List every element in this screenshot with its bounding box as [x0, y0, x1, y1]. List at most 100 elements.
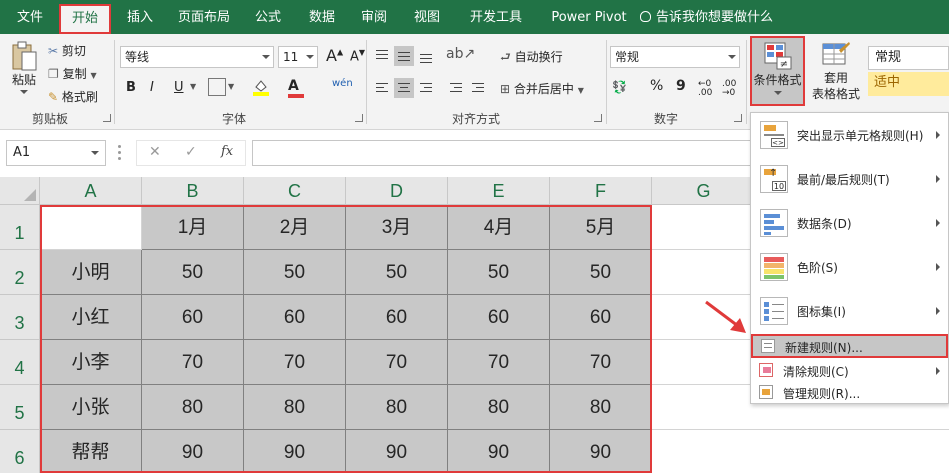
- accounting-format-icon[interactable]: 💱: [612, 80, 627, 94]
- cell-style-neutral[interactable]: 适中: [868, 72, 949, 96]
- cell-f5[interactable]: 80: [550, 385, 652, 430]
- cell-c3[interactable]: 60: [244, 295, 346, 340]
- clipboard-launcher-icon[interactable]: [103, 114, 111, 122]
- menu-icon-sets[interactable]: 图标集(I): [751, 289, 948, 333]
- cell-c6[interactable]: 90: [244, 430, 346, 473]
- menu-top-bottom-rules[interactable]: ↑ 10 最前/最后规则(T): [751, 157, 948, 201]
- cell-b2[interactable]: 50: [142, 250, 244, 295]
- cell-c5[interactable]: 80: [244, 385, 346, 430]
- tab-formulas[interactable]: 公式: [246, 7, 290, 31]
- cell-e4[interactable]: 70: [448, 340, 550, 385]
- comma-button[interactable]: 9: [676, 78, 686, 94]
- name-box[interactable]: A1: [6, 140, 106, 166]
- cell-d5[interactable]: 80: [346, 385, 448, 430]
- column-header-a[interactable]: A: [40, 177, 142, 205]
- cancel-icon[interactable]: ✕: [149, 144, 161, 160]
- cell-b1[interactable]: 1月: [142, 205, 244, 250]
- menu-clear-rules[interactable]: 清除规则(C): [751, 359, 948, 381]
- cell-b5[interactable]: 80: [142, 385, 244, 430]
- alignment-launcher-icon[interactable]: [594, 114, 602, 122]
- formula-bar-grip[interactable]: [118, 142, 122, 162]
- paste-dropdown-icon[interactable]: [20, 90, 28, 94]
- cell-b3[interactable]: 60: [142, 295, 244, 340]
- tab-developer[interactable]: 开发工具: [460, 7, 532, 31]
- wrap-text-button[interactable]: ⮐ 自动换行: [500, 48, 563, 69]
- cell-f6[interactable]: 90: [550, 430, 652, 473]
- align-middle-icon[interactable]: [394, 46, 414, 66]
- copy-button[interactable]: ❐ 复制 ▼: [48, 65, 97, 82]
- menu-color-scales[interactable]: 色阶(S): [751, 245, 948, 289]
- cell-c2[interactable]: 50: [244, 250, 346, 295]
- menu-data-bars[interactable]: 数据条(D): [751, 201, 948, 245]
- cell-c1[interactable]: 2月: [244, 205, 346, 250]
- cut-button[interactable]: ✂ 剪切: [48, 42, 86, 59]
- cell-e6[interactable]: 90: [448, 430, 550, 473]
- row-header-1[interactable]: 1: [0, 205, 40, 250]
- orientation-icon[interactable]: ab↗: [446, 46, 475, 62]
- select-all-corner[interactable]: [0, 177, 40, 205]
- fill-color-button[interactable]: [252, 78, 270, 99]
- tab-home[interactable]: 开始: [59, 4, 111, 34]
- cell-style-normal[interactable]: 常规: [868, 46, 949, 70]
- italic-button[interactable]: I: [150, 80, 154, 95]
- format-as-table-button[interactable]: 套用 表格格式: [808, 40, 864, 102]
- cell-f2[interactable]: 50: [550, 250, 652, 295]
- cell-a1[interactable]: [40, 205, 142, 250]
- cell-a6[interactable]: 帮帮: [40, 430, 142, 473]
- tab-data[interactable]: 数据: [300, 7, 344, 31]
- font-color-button[interactable]: A: [288, 78, 304, 98]
- font-size-select[interactable]: 11: [278, 46, 318, 68]
- cell-e2[interactable]: 50: [448, 250, 550, 295]
- insert-function-icon[interactable]: fx: [221, 144, 233, 159]
- column-header-f[interactable]: F: [550, 177, 652, 205]
- cell-a3[interactable]: 小红: [40, 295, 142, 340]
- font-name-select[interactable]: 等线: [120, 46, 274, 68]
- cell-f1[interactable]: 5月: [550, 205, 652, 250]
- cell-d4[interactable]: 70: [346, 340, 448, 385]
- cell-c4[interactable]: 70: [244, 340, 346, 385]
- increase-font-icon[interactable]: A▲: [326, 46, 343, 65]
- row-header-5[interactable]: 5: [0, 385, 40, 430]
- column-header-g[interactable]: G: [652, 177, 756, 205]
- menu-highlight-cells-rules[interactable]: <> 突出显示单元格规则(H): [751, 113, 948, 157]
- column-header-d[interactable]: D: [346, 177, 448, 205]
- row-header-2[interactable]: 2: [0, 250, 40, 295]
- font-launcher-icon[interactable]: [355, 114, 363, 122]
- align-bottom-icon[interactable]: [416, 46, 436, 66]
- underline-button[interactable]: U: [174, 80, 184, 95]
- borders-dropdown-icon[interactable]: ▼: [228, 82, 234, 91]
- tab-view[interactable]: 视图: [405, 7, 449, 31]
- cell-e5[interactable]: 80: [448, 385, 550, 430]
- tab-power-pivot[interactable]: Power Pivot: [540, 7, 638, 31]
- decrease-decimal-icon[interactable]: .00 →0: [722, 80, 736, 98]
- cell-g6[interactable]: [652, 430, 949, 473]
- bold-button[interactable]: B: [126, 80, 136, 95]
- column-header-e[interactable]: E: [448, 177, 550, 205]
- formula-input[interactable]: [252, 140, 752, 166]
- cell-f4[interactable]: 70: [550, 340, 652, 385]
- align-right-icon[interactable]: [416, 78, 436, 98]
- phonetic-guide-icon[interactable]: wén: [332, 78, 353, 89]
- cell-a5[interactable]: 小张: [40, 385, 142, 430]
- row-header-3[interactable]: 3: [0, 295, 40, 340]
- format-painter-button[interactable]: ✎ 格式刷: [48, 88, 98, 105]
- row-header-4[interactable]: 4: [0, 340, 40, 385]
- align-top-icon[interactable]: [372, 46, 392, 66]
- merge-center-button[interactable]: ⊞ 合并后居中 ▼: [500, 80, 584, 97]
- increase-decimal-icon[interactable]: ←0.00: [698, 80, 712, 98]
- tab-review[interactable]: 审阅: [352, 7, 396, 31]
- borders-icon[interactable]: [208, 78, 226, 96]
- paste-button[interactable]: 粘贴: [6, 40, 42, 106]
- number-launcher-icon[interactable]: [734, 114, 742, 122]
- decrease-indent-icon[interactable]: [446, 78, 466, 98]
- tab-file[interactable]: 文件: [6, 7, 54, 31]
- decrease-font-icon[interactable]: A▼: [350, 48, 365, 64]
- menu-manage-rules[interactable]: 管理规则(R)...: [751, 381, 948, 403]
- cell-d1[interactable]: 3月: [346, 205, 448, 250]
- align-center-icon[interactable]: [394, 78, 414, 98]
- increase-indent-icon[interactable]: [468, 78, 488, 98]
- cell-a4[interactable]: 小李: [40, 340, 142, 385]
- merge-dropdown-icon[interactable]: ▼: [578, 86, 584, 95]
- conditional-formatting-button[interactable]: ≠ 条件格式: [750, 36, 805, 106]
- underline-dropdown-icon[interactable]: ▼: [190, 82, 196, 91]
